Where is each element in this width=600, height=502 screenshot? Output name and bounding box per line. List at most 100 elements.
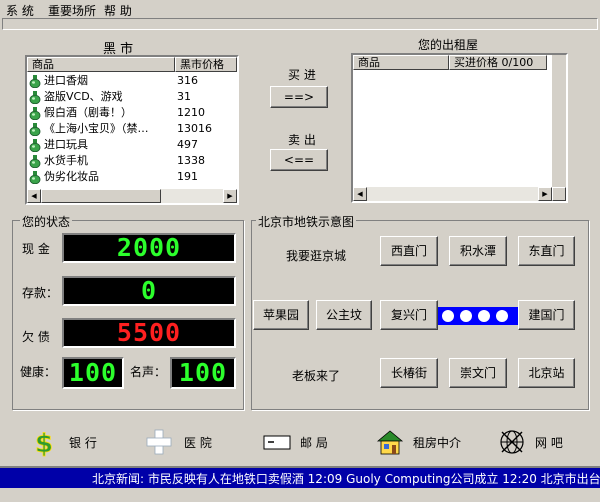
station-beijingzhan[interactable]: 北京站 — [518, 358, 575, 388]
hospital-button[interactable]: 医 院 — [135, 421, 235, 461]
station-xizhimen[interactable]: 西直门 — [380, 236, 438, 266]
metro-title: 北京市地铁示意图 — [256, 213, 357, 230]
goods-bottle-icon — [29, 75, 41, 88]
health-label: 健康： — [20, 365, 57, 379]
medical-cross-icon — [146, 429, 172, 455]
station-pingguoyuan[interactable]: 苹果园 — [253, 300, 309, 330]
menu-help[interactable]: 帮 助 — [104, 2, 132, 19]
black-market-hscroll[interactable]: ◀ ▶ — [27, 189, 237, 203]
top-strip — [2, 18, 598, 30]
station-chongwenmen[interactable]: 崇文门 — [449, 358, 507, 388]
fame-display: 100 — [170, 357, 236, 389]
debt-display: 5500 — [62, 318, 236, 348]
metro-stop-dot — [496, 310, 508, 322]
goods-name: 盗版VCD、游戏 — [44, 90, 123, 103]
house-icon — [376, 430, 404, 455]
buy-button[interactable]: ==> — [270, 86, 328, 108]
station-dongzhimen[interactable]: 东直门 — [518, 236, 575, 266]
goods-price: 316 — [177, 74, 198, 87]
black-market-row[interactable]: 伪劣化妆品 191 — [27, 169, 237, 185]
netcafe-button[interactable]: 网 吧 — [488, 421, 584, 461]
dollar-icon: $ — [35, 429, 54, 457]
rental-agency-label: 租房中介 — [413, 436, 462, 450]
col-header-goods[interactable]: 商品 — [27, 57, 175, 72]
news-ticker: 北京新闻: 市民反映有人在地铁口卖假酒 12:09 Guoly Computin… — [0, 466, 600, 488]
goods-bottle-icon — [29, 171, 41, 184]
envelope-icon — [263, 435, 291, 450]
bottom-bar — [0, 488, 600, 502]
black-market-row[interactable]: 进口香烟 316 — [27, 73, 237, 89]
goods-bottle-icon — [29, 139, 41, 152]
post-office-button[interactable]: 邮 局 — [253, 421, 353, 461]
black-market-list[interactable]: 商品 黑市价格 进口香烟 316 盗版VCD、游戏 31 假白酒（剧毒！） 1210 《上海… — [25, 55, 239, 205]
bank-label: 银 行 — [69, 436, 97, 450]
goods-name: 进口玩具 — [44, 138, 88, 151]
station-jianguomen[interactable]: 建国门 — [518, 300, 575, 330]
goods-bottle-icon — [29, 155, 41, 168]
black-market-row[interactable]: 进口玩具 497 — [27, 137, 237, 153]
goods-name: 伪劣化妆品 — [44, 170, 99, 183]
scroll-left-arrow-icon[interactable]: ◀ — [27, 189, 41, 203]
goods-name: 假白酒（剧毒！） — [44, 106, 132, 119]
globe-icon — [500, 430, 524, 454]
netcafe-label: 网 吧 — [535, 436, 563, 450]
sell-label: 卖 出 — [288, 133, 316, 147]
metro-stop-dot — [442, 310, 454, 322]
station-gongzhufen[interactable]: 公主坟 — [316, 300, 372, 330]
goods-name: 水货手机 — [44, 154, 88, 167]
svg-text:$: $ — [35, 429, 53, 457]
rental-agency-button[interactable]: 租房中介 — [366, 421, 474, 461]
goods-price: 1210 — [177, 106, 205, 119]
news-ticker-text: 北京新闻: 市民反映有人在地铁口卖假酒 12:09 Guoly Computin… — [92, 472, 600, 486]
rental-list[interactable]: 商品 买进价格 0/100 ◀ ▶ — [351, 53, 568, 203]
fame-label: 名声： — [130, 365, 167, 379]
station-fuxingmen[interactable]: 复兴门 — [380, 300, 438, 330]
goods-bottle-icon — [29, 107, 41, 120]
station-changchunjie[interactable]: 长椿街 — [380, 358, 438, 388]
goods-price: 13016 — [177, 122, 212, 135]
savings-label: 存款： — [22, 286, 59, 300]
scroll-right-arrow-icon[interactable]: ▶ — [538, 187, 552, 201]
goods-name: 进口香烟 — [44, 74, 88, 87]
sell-button[interactable]: <== — [270, 149, 328, 171]
black-market-row[interactable]: 《上海小宝贝》（禁… 13016 — [27, 121, 237, 137]
goods-bottle-icon — [29, 91, 41, 104]
metro-note-bottom: 老板来了 — [292, 369, 341, 383]
cash-display: 2000 — [62, 233, 236, 263]
savings-display: 0 — [62, 276, 236, 306]
col-header-black-price[interactable]: 黑市价格 — [175, 57, 237, 72]
buy-label: 买 进 — [288, 68, 316, 82]
metro-stop-dot — [478, 310, 490, 322]
metro-line — [438, 307, 518, 325]
bank-button[interactable]: $ 银 行 — [20, 421, 118, 461]
black-market-row[interactable]: 水货手机 1338 — [27, 153, 237, 169]
station-jishuitan[interactable]: 积水潭 — [449, 236, 507, 266]
goods-price: 497 — [177, 138, 198, 151]
menu-places[interactable]: 重要场所 — [48, 2, 96, 19]
hospital-label: 医 院 — [184, 436, 212, 450]
goods-price: 191 — [177, 170, 198, 183]
rental-hscroll[interactable]: ◀ ▶ — [353, 187, 566, 201]
cash-label: 现 金 — [22, 242, 50, 256]
debt-label: 欠 债 — [22, 330, 50, 344]
goods-price: 31 — [177, 90, 191, 103]
col-header-buy-price[interactable]: 买进价格 0/100 — [449, 55, 547, 70]
scroll-right-arrow-icon[interactable]: ▶ — [223, 189, 237, 203]
scroll-corner — [552, 187, 566, 201]
post-office-label: 邮 局 — [300, 436, 328, 450]
menu-system[interactable]: 系 统 — [6, 2, 34, 19]
black-market-row[interactable]: 假白酒（剧毒！） 1210 — [27, 105, 237, 121]
metro-stop-dot — [460, 310, 472, 322]
scroll-thumb[interactable] — [41, 189, 161, 203]
rental-title: 您的出租屋 — [418, 38, 479, 52]
goods-price: 1338 — [177, 154, 205, 167]
goods-bottle-icon — [29, 123, 41, 136]
scroll-left-arrow-icon[interactable]: ◀ — [353, 187, 367, 201]
rental-vscroll[interactable] — [552, 55, 566, 187]
status-title: 您的状态 — [20, 213, 73, 230]
menu-bar: 系 统 重要场所 帮 助 — [0, 0, 600, 18]
black-market-row[interactable]: 盗版VCD、游戏 31 — [27, 89, 237, 105]
health-display: 100 — [62, 357, 124, 389]
col-header-goods[interactable]: 商品 — [353, 55, 449, 70]
metro-note-top: 我要逛京城 — [286, 249, 347, 263]
